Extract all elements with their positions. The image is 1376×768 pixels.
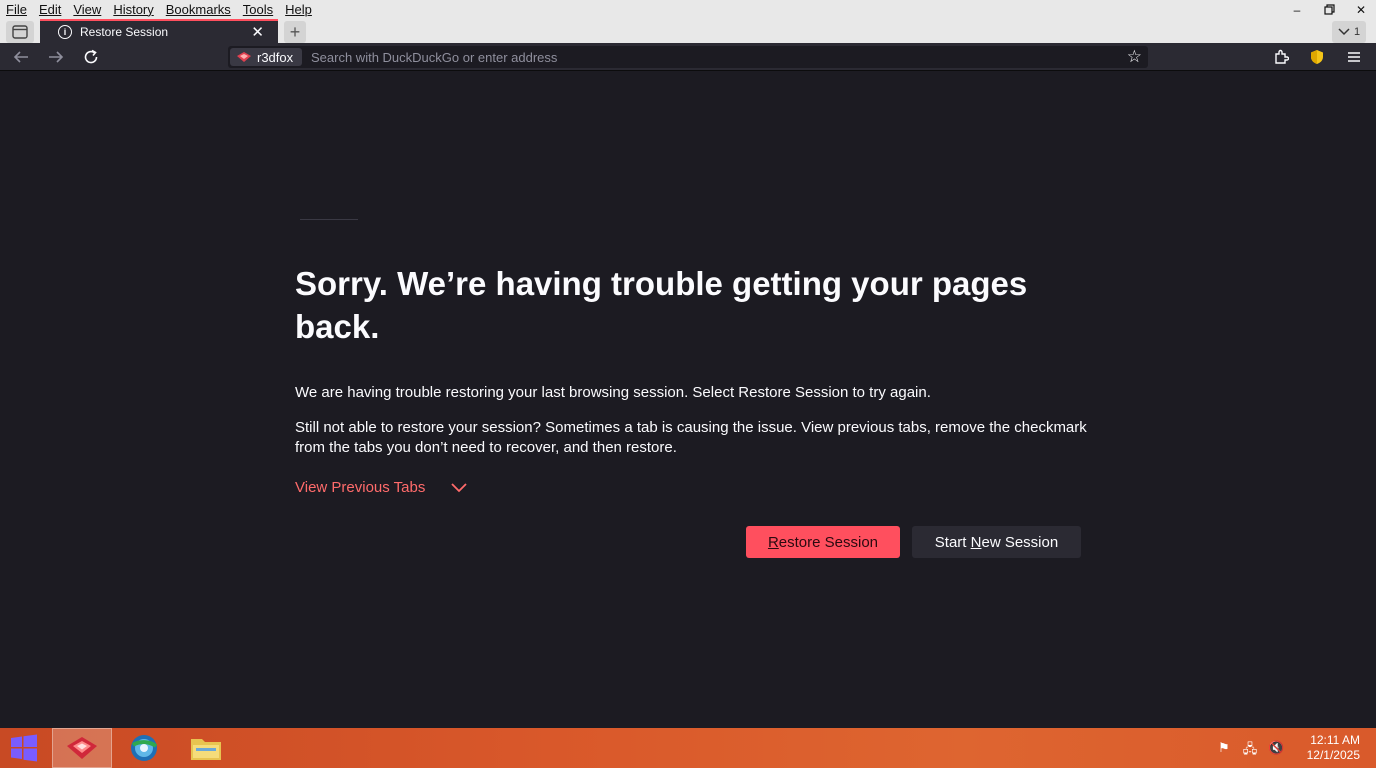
bookmark-star-icon[interactable]: ☆: [1127, 47, 1142, 67]
nav-bar: r3dfox Search with DuckDuckGo or enter a…: [0, 43, 1376, 71]
system-tray: ⚑ 🖧 🔇: [1216, 740, 1284, 762]
menu-tools[interactable]: Tools: [243, 2, 273, 17]
back-button[interactable]: [10, 47, 32, 67]
restore-message: We are having trouble restoring your las…: [295, 384, 931, 401]
restore-label: estore Session: [778, 533, 879, 551]
browser-identity-badge[interactable]: r3dfox: [230, 48, 302, 66]
restore-help-message: Still not able to restore your session? …: [295, 419, 1087, 456]
reload-icon: [84, 49, 98, 64]
r3dfox-app-icon: [67, 737, 97, 759]
restore-window-button[interactable]: [1314, 0, 1344, 19]
new-session-label-before: Start: [934, 533, 971, 551]
taskbar: ⚑ 🖧 🔇 12:11 AM 12/1/2025: [0, 728, 1376, 768]
window-controls: – ✕: [1280, 0, 1376, 19]
forward-arrow-icon: [49, 51, 64, 63]
network-icon[interactable]: 🖧: [1242, 740, 1258, 762]
windows-logo-icon: [11, 734, 37, 762]
clock-date: 12/1/2025: [1306, 748, 1360, 762]
restore-window-icon: [1323, 4, 1335, 15]
tab-restore-session[interactable]: i Restore Session ✕: [40, 19, 278, 43]
shield-icon: [1311, 50, 1323, 64]
menu-help[interactable]: Help: [285, 2, 312, 17]
tab-bar: i Restore Session ✕ + 1: [0, 19, 1376, 43]
forward-button[interactable]: [45, 47, 67, 67]
view-previous-tabs-label: View Previous Tabs: [295, 479, 426, 496]
url-bar[interactable]: r3dfox Search with DuckDuckGo or enter a…: [228, 46, 1148, 68]
menu-history[interactable]: History: [113, 2, 153, 17]
taskbar-browser[interactable]: [114, 728, 174, 768]
globe-browser-icon: [131, 735, 158, 761]
menu-file[interactable]: File: [6, 2, 27, 17]
restore-accesskey: R: [767, 533, 779, 551]
chevron-down-icon: [451, 482, 467, 492]
r3dfox-logo-icon: [237, 52, 251, 62]
new-session-label-after: ew Session: [981, 533, 1059, 551]
action-center-flag-icon[interactable]: ⚑: [1216, 740, 1232, 762]
tab-count: 1: [1353, 26, 1361, 38]
restore-session-button[interactable]: Restore Session: [746, 526, 900, 558]
start-new-session-button[interactable]: Start New Session: [912, 526, 1081, 558]
volume-muted-icon[interactable]: 🔇: [1268, 740, 1284, 762]
menu-items: File Edit View History Bookmarks Tools H…: [0, 2, 318, 17]
folder-icon: [191, 739, 221, 760]
menu-bar: File Edit View History Bookmarks Tools H…: [0, 0, 1376, 19]
taskbar-r3dfox[interactable]: [52, 728, 112, 768]
taskbar-file-explorer[interactable]: [176, 728, 236, 768]
clock-time: 12:11 AM: [1310, 733, 1360, 747]
back-arrow-icon: [13, 51, 28, 63]
decorative-divider: [300, 219, 358, 220]
menu-view[interactable]: View: [73, 2, 101, 17]
chevron-down-icon: [1338, 28, 1350, 36]
extensions-button[interactable]: [1270, 47, 1292, 67]
minimize-button[interactable]: –: [1282, 0, 1312, 19]
identity-label: r3dfox: [257, 49, 294, 65]
new-session-accesskey: N: [970, 533, 982, 551]
tab-title: Restore Session: [80, 25, 169, 39]
restore-session-page: Sorry. We’re having trouble getting your…: [0, 72, 1376, 728]
system-clock[interactable]: 12:11 AM 12/1/2025: [1307, 733, 1360, 763]
info-icon: i: [58, 25, 72, 39]
tab-count-button[interactable]: 1: [1332, 21, 1366, 43]
new-tab-button[interactable]: +: [284, 21, 306, 43]
extensions-puzzle-icon: [1275, 49, 1289, 64]
hamburger-menu-icon: [1348, 52, 1360, 62]
address-input[interactable]: Search with DuckDuckGo or enter address: [311, 50, 557, 65]
menu-edit[interactable]: Edit: [39, 2, 61, 17]
view-previous-tabs-toggle[interactable]: View Previous Tabs: [295, 479, 467, 496]
tab-overview-button[interactable]: [6, 21, 34, 43]
close-tab-icon[interactable]: ✕: [251, 23, 264, 41]
page-title: Sorry. We’re having trouble getting your…: [295, 265, 1028, 345]
app-menu-button[interactable]: [1343, 47, 1365, 67]
reload-button[interactable]: [80, 47, 102, 67]
close-window-button[interactable]: ✕: [1346, 0, 1376, 19]
shield-extension-button[interactable]: [1306, 47, 1328, 67]
menu-bookmarks[interactable]: Bookmarks: [166, 2, 231, 17]
tab-overview-icon: [12, 25, 28, 39]
start-button[interactable]: [10, 734, 38, 762]
